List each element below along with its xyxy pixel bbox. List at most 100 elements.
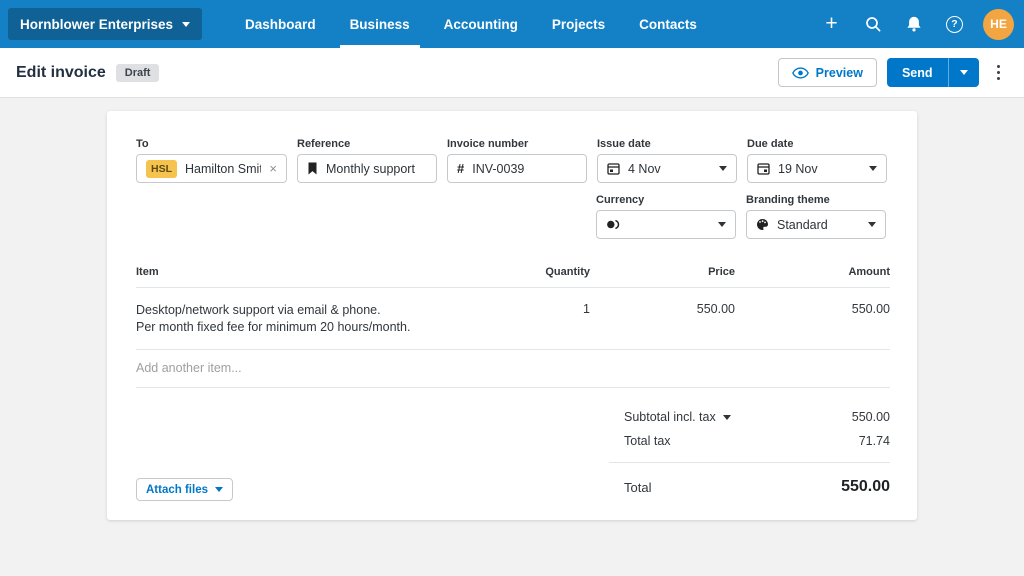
search-button[interactable] bbox=[854, 6, 891, 42]
nav-tab-projects[interactable]: Projects bbox=[535, 0, 622, 48]
col-header-item: Item bbox=[136, 266, 159, 278]
branding-theme-field-group: Branding theme Standard bbox=[746, 194, 886, 239]
subtotal-row: Subtotal incl. tax 550.00 bbox=[609, 405, 890, 429]
send-dropdown-button[interactable] bbox=[947, 58, 979, 87]
org-name: Hornblower Enterprises bbox=[20, 16, 174, 32]
status-badge: Draft bbox=[115, 63, 160, 82]
chevron-down-icon bbox=[719, 166, 727, 171]
chevron-down-icon bbox=[868, 222, 876, 227]
due-date-label: Due date bbox=[747, 138, 794, 150]
issue-date-value: 4 Nov bbox=[628, 161, 661, 176]
reference-input[interactable]: Monthly support bbox=[297, 154, 437, 183]
currency-field-group: Currency bbox=[596, 194, 736, 239]
chevron-down-icon bbox=[215, 487, 223, 492]
due-date-value: 19 Nov bbox=[778, 161, 818, 176]
remove-contact-icon[interactable]: × bbox=[269, 161, 277, 176]
header-actions: Preview Send bbox=[777, 58, 1009, 87]
search-icon bbox=[865, 17, 880, 32]
due-date-field-group: Due date 19 Nov bbox=[747, 138, 887, 183]
palette-icon bbox=[756, 218, 769, 231]
invoice-number-value: INV-0039 bbox=[472, 161, 525, 176]
currency-label: Currency bbox=[596, 194, 645, 206]
send-split-button: Send bbox=[886, 58, 979, 87]
currency-coin-icon bbox=[606, 219, 620, 230]
reference-value: Monthly support bbox=[326, 161, 415, 176]
total-tax-row: Total tax 71.74 bbox=[609, 429, 890, 453]
bell-icon bbox=[906, 16, 921, 32]
invoice-number-label: Invoice number bbox=[447, 138, 529, 150]
calendar-icon bbox=[607, 162, 620, 175]
to-contact-input[interactable]: HSL Hamilton Smith Ltd × bbox=[136, 154, 287, 183]
contact-name: Hamilton Smith Ltd bbox=[185, 161, 262, 176]
issue-date-label: Issue date bbox=[597, 138, 651, 150]
totals-divider bbox=[609, 462, 890, 463]
bookmark-icon bbox=[307, 162, 318, 175]
invoice-fields-row-2: Currency Branding theme Standard bbox=[596, 194, 886, 239]
add-item-row[interactable]: Add another item... bbox=[136, 350, 890, 387]
line-item-amount: 550.00 bbox=[851, 302, 890, 316]
reference-field-group: Reference Monthly support bbox=[297, 138, 437, 183]
nav-tab-dashboard[interactable]: Dashboard bbox=[228, 0, 333, 48]
chevron-down-icon bbox=[182, 21, 191, 27]
subtotal-selector[interactable]: Subtotal incl. tax bbox=[609, 410, 731, 424]
branding-theme-select[interactable]: Standard bbox=[746, 210, 886, 239]
contact-initials-chip: HSL bbox=[146, 159, 177, 178]
to-field-group: To HSL Hamilton Smith Ltd × bbox=[136, 138, 287, 183]
user-avatar[interactable]: HE bbox=[983, 8, 1014, 40]
create-new-button[interactable]: + bbox=[813, 6, 850, 42]
total-tax-label: Total tax bbox=[624, 434, 671, 448]
preview-button-label: Preview bbox=[815, 65, 863, 80]
more-options-button[interactable] bbox=[989, 59, 1009, 87]
help-button[interactable]: ? bbox=[936, 6, 973, 42]
notifications-button[interactable] bbox=[895, 6, 932, 42]
top-navbar: Hornblower Enterprises Dashboard Busines… bbox=[0, 0, 1024, 48]
attach-files-label: Attach files bbox=[146, 483, 208, 496]
nav-tab-contacts[interactable]: Contacts bbox=[622, 0, 714, 48]
table-header-row: Item Quantity Price Amount bbox=[136, 266, 890, 287]
invoice-number-input[interactable]: # INV-0039 bbox=[447, 154, 587, 183]
attach-files-button[interactable]: Attach files bbox=[136, 478, 233, 501]
eye-icon bbox=[791, 66, 809, 79]
branding-theme-value: Standard bbox=[777, 217, 828, 232]
line-items-table: Item Quantity Price Amount Desktop/netwo… bbox=[136, 266, 890, 388]
page-title: Edit invoice bbox=[16, 63, 106, 81]
main-content: To HSL Hamilton Smith Ltd × Reference Mo… bbox=[0, 99, 1024, 576]
description-line-1: Desktop/network support via email & phon… bbox=[136, 303, 381, 317]
preview-button[interactable]: Preview bbox=[777, 58, 877, 87]
col-header-amount: Amount bbox=[848, 266, 890, 278]
total-label: Total bbox=[624, 479, 652, 495]
nav-tab-accounting[interactable]: Accounting bbox=[427, 0, 535, 48]
to-label: To bbox=[136, 138, 149, 150]
line-item-description: Desktop/network support via email & phon… bbox=[136, 302, 480, 336]
invoice-number-field-group: Invoice number # INV-0039 bbox=[447, 138, 587, 183]
line-item-row[interactable]: Desktop/network support via email & phon… bbox=[136, 288, 890, 349]
hash-icon: # bbox=[457, 161, 465, 176]
reference-label: Reference bbox=[297, 138, 351, 150]
chevron-down-icon bbox=[959, 70, 968, 75]
description-line-2: Per month fixed fee for minimum 20 hours… bbox=[136, 320, 411, 334]
chevron-down-icon bbox=[869, 166, 877, 171]
line-item-quantity: 1 bbox=[583, 302, 590, 316]
currency-select[interactable] bbox=[596, 210, 736, 239]
page-header: Edit invoice Draft Preview Send bbox=[0, 48, 1024, 98]
issue-date-field-group: Issue date 4 Nov bbox=[597, 138, 737, 183]
send-button-label: Send bbox=[901, 65, 933, 80]
nav-tab-business[interactable]: Business bbox=[333, 0, 427, 48]
kebab-icon bbox=[996, 64, 1000, 69]
due-date-picker[interactable]: 19 Nov bbox=[747, 154, 887, 183]
chevron-down-icon bbox=[718, 222, 726, 227]
invoice-card: To HSL Hamilton Smith Ltd × Reference Mo… bbox=[107, 111, 917, 520]
calendar-icon bbox=[757, 162, 770, 175]
col-header-price: Price bbox=[708, 266, 735, 278]
subtotal-value: 550.00 bbox=[851, 410, 890, 424]
org-switcher[interactable]: Hornblower Enterprises bbox=[8, 8, 203, 40]
navbar-actions: + ? HE bbox=[813, 6, 1024, 42]
send-button[interactable]: Send bbox=[886, 58, 948, 87]
total-tax-value: 71.74 bbox=[858, 434, 890, 448]
help-icon: ? bbox=[946, 15, 963, 33]
issue-date-picker[interactable]: 4 Nov bbox=[597, 154, 737, 183]
table-divider bbox=[136, 387, 890, 388]
branding-theme-label: Branding theme bbox=[746, 194, 830, 206]
subtotal-label: Subtotal incl. tax bbox=[624, 410, 716, 424]
total-value: 550.00 bbox=[841, 478, 890, 495]
